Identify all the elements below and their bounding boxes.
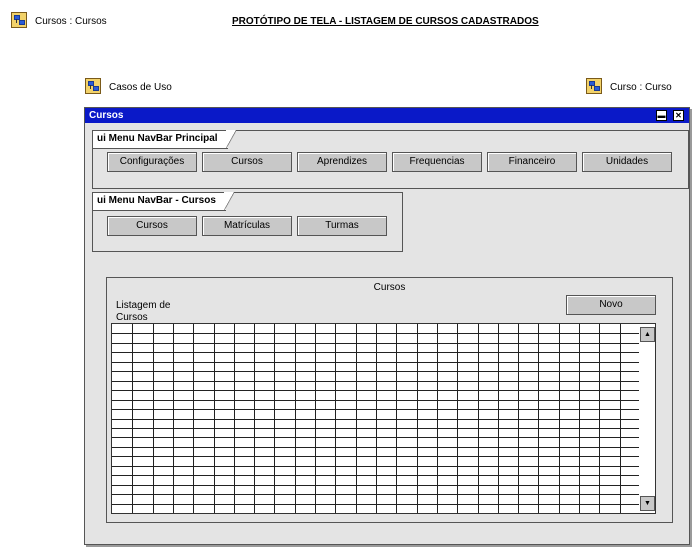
subnav-cursos-button[interactable]: Cursos	[107, 216, 197, 236]
course-diagram-icon[interactable]	[586, 78, 602, 94]
close-icon[interactable]: ✕	[673, 110, 684, 121]
page-title: PROTÓTIPO DE TELA - LISTAGEM DE CURSOS C…	[232, 16, 539, 27]
subnav-turmas-button[interactable]: Turmas	[297, 216, 387, 236]
list-label: Listagem de Cursos	[116, 300, 171, 323]
table-grid	[112, 324, 640, 513]
panel-title: Cursos	[373, 282, 406, 293]
window-titlebar[interactable]: Cursos ▬ ✕	[85, 108, 689, 123]
minimize-icon[interactable]: ▬	[656, 110, 667, 121]
nav-configuracoes-button[interactable]: Configurações	[107, 152, 197, 172]
nav-financeiro-button[interactable]: Financeiro	[487, 152, 577, 172]
nav-aprendizes-button[interactable]: Aprendizes	[297, 152, 387, 172]
new-course-button[interactable]: Novo	[566, 295, 656, 315]
nav-cursos-button[interactable]: Cursos	[202, 152, 292, 172]
scroll-down-icon[interactable]: ▼	[640, 496, 655, 511]
breadcrumb: Cursos : Cursos	[35, 16, 107, 27]
nav-cursos-label: ui Menu NavBar - Cursos	[92, 192, 234, 211]
courses-table[interactable]	[111, 323, 641, 514]
nav-unidades-button[interactable]: Unidades	[582, 152, 672, 172]
window-title: Cursos	[89, 110, 124, 121]
use-cases-link[interactable]: Casos de Uso	[109, 82, 172, 93]
vertical-scrollbar[interactable]: ▲ ▼	[639, 323, 656, 514]
course-link[interactable]: Curso : Curso	[610, 82, 672, 93]
subnav-matriculas-button[interactable]: Matrículas	[202, 216, 292, 236]
nav-frequencias-button[interactable]: Frequencias	[392, 152, 482, 172]
scroll-up-icon[interactable]: ▲	[640, 327, 655, 342]
nav-principal-label: ui Menu NavBar Principal	[92, 130, 236, 149]
diagram-icon	[11, 12, 27, 28]
use-case-diagram-icon[interactable]	[85, 78, 101, 94]
